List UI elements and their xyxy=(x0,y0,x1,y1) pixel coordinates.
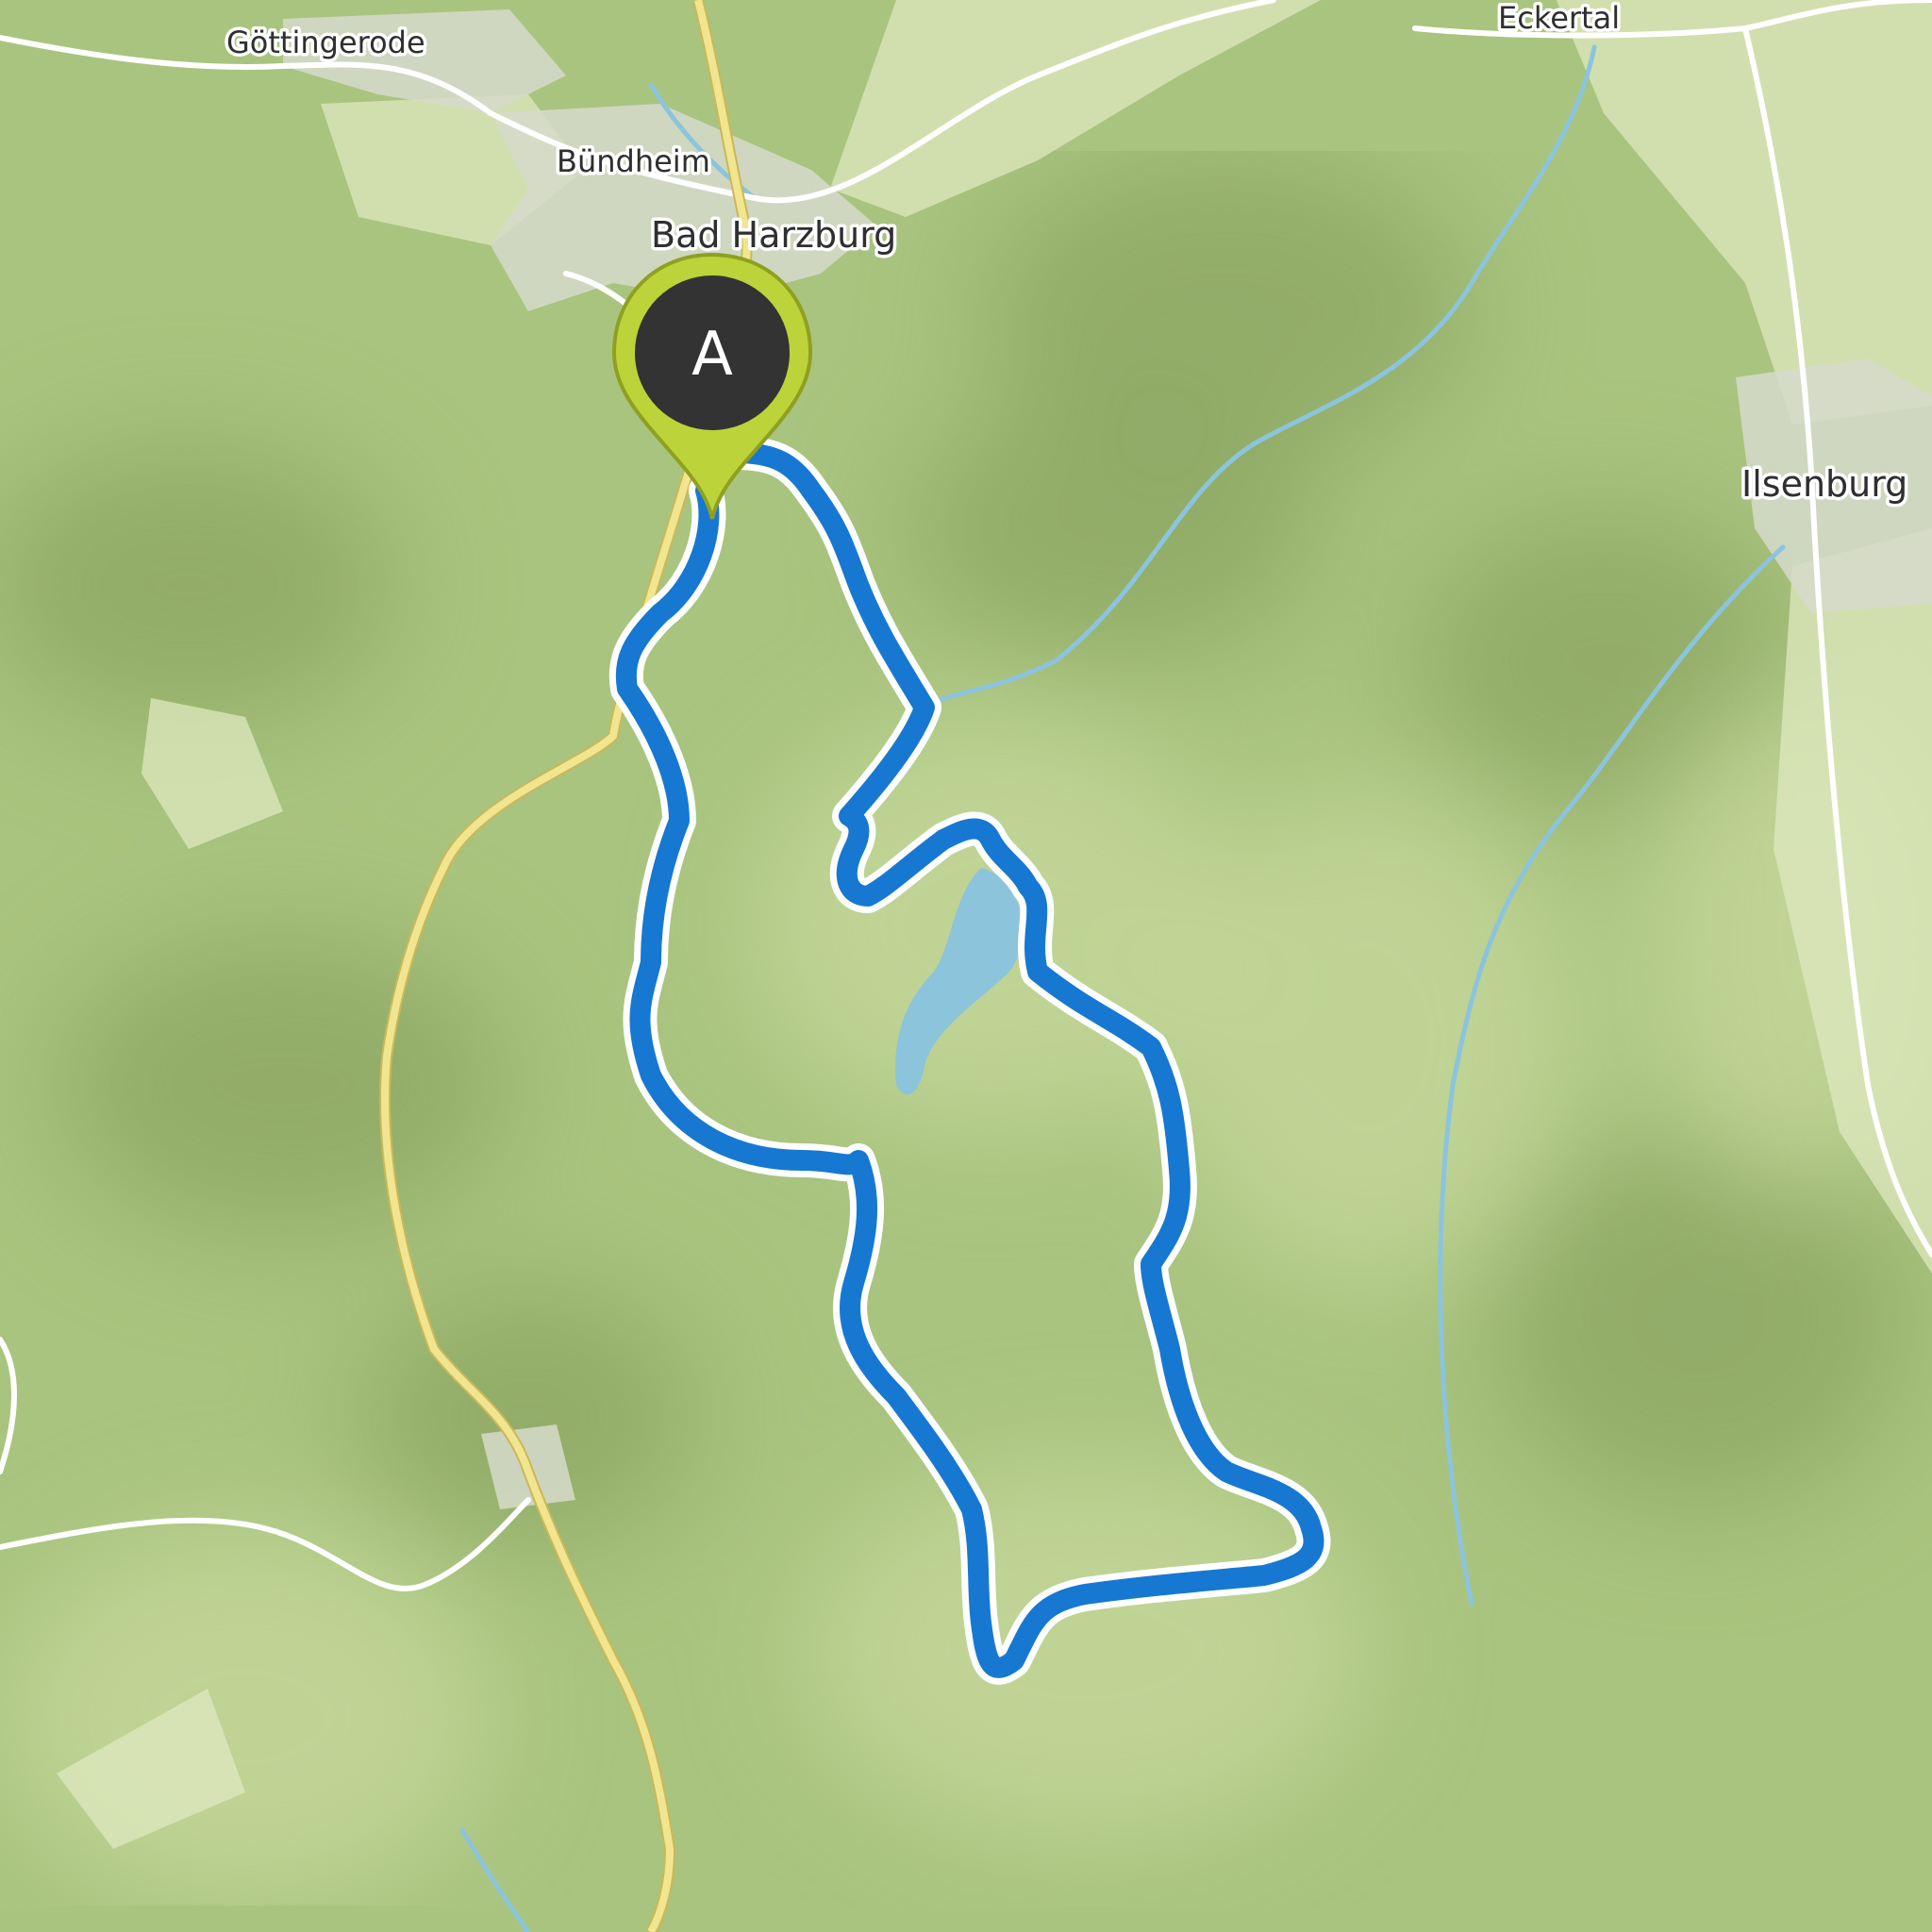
map-canvas[interactable]: Göttingerode Bündheim Bad Harzburg Ecker… xyxy=(0,0,1932,1932)
route-map[interactable]: Göttingerode Bündheim Bad Harzburg Ecker… xyxy=(0,0,1932,1932)
place-label-bad-harzburg: Bad Harzburg xyxy=(651,214,896,256)
start-marker-letter: A xyxy=(691,320,733,390)
place-label-eckertal: Eckertal xyxy=(1498,0,1620,36)
place-label-ilsenburg: Ilsenburg xyxy=(1741,463,1907,505)
place-label-bundheim: Bündheim xyxy=(557,143,710,179)
place-label-gottingerode: Göttingerode xyxy=(226,25,425,60)
